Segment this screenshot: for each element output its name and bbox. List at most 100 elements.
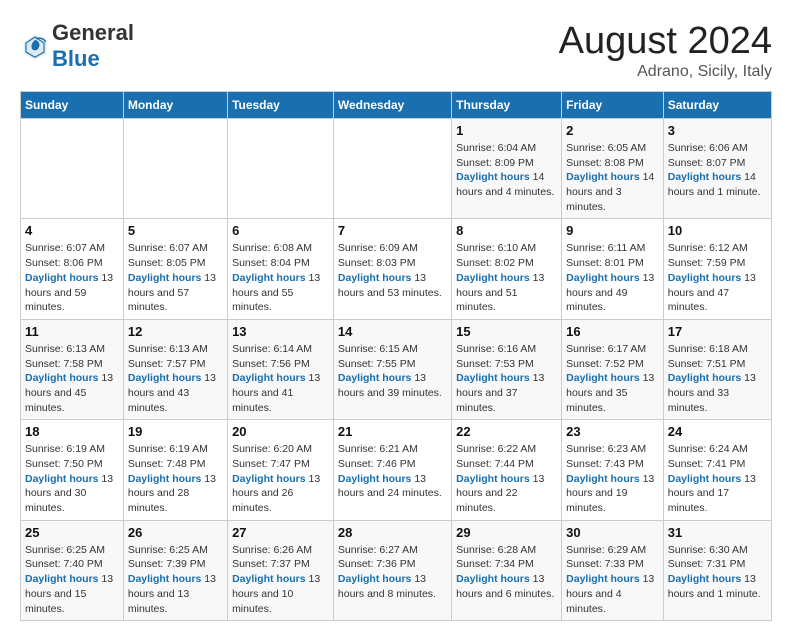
logo-icon [20,31,50,61]
calendar-cell: 18 Sunrise: 6:19 AMSunset: 7:50 PMDayligh… [21,420,124,520]
day-info: Sunrise: 6:08 AMSunset: 8:04 PMDaylight … [232,241,329,314]
calendar-cell: 30 Sunrise: 6:29 AMSunset: 7:33 PMDayligh… [562,520,664,620]
day-info: Sunrise: 6:23 AMSunset: 7:43 PMDaylight … [566,442,659,515]
day-number: 3 [668,123,767,138]
header-tuesday: Tuesday [228,92,334,119]
day-info: Sunrise: 6:19 AMSunset: 7:48 PMDaylight … [128,442,223,515]
calendar-cell: 20 Sunrise: 6:20 AMSunset: 7:47 PMDayligh… [228,420,334,520]
calendar-cell: 27 Sunrise: 6:26 AMSunset: 7:37 PMDayligh… [228,520,334,620]
day-number: 15 [456,324,557,339]
day-info: Sunrise: 6:26 AMSunset: 7:37 PMDaylight … [232,543,329,616]
day-info: Sunrise: 6:22 AMSunset: 7:44 PMDaylight … [456,442,557,515]
day-number: 2 [566,123,659,138]
header-friday: Friday [562,92,664,119]
day-number: 5 [128,223,223,238]
logo: General Blue [20,20,134,72]
day-info: Sunrise: 6:17 AMSunset: 7:52 PMDaylight … [566,342,659,415]
day-info: Sunrise: 6:13 AMSunset: 7:57 PMDaylight … [128,342,223,415]
calendar-cell [21,119,124,219]
day-info: Sunrise: 6:29 AMSunset: 7:33 PMDaylight … [566,543,659,616]
header-sunday: Sunday [21,92,124,119]
day-info: Sunrise: 6:10 AMSunset: 8:02 PMDaylight … [456,241,557,314]
day-info: Sunrise: 6:24 AMSunset: 7:41 PMDaylight … [668,442,767,515]
logo-blue-text: Blue [52,46,100,71]
day-info: Sunrise: 6:21 AMSunset: 7:46 PMDaylight … [338,442,447,501]
calendar-cell: 19 Sunrise: 6:19 AMSunset: 7:48 PMDayligh… [123,420,227,520]
day-info: Sunrise: 6:30 AMSunset: 7:31 PMDaylight … [668,543,767,602]
calendar-cell: 26 Sunrise: 6:25 AMSunset: 7:39 PMDayligh… [123,520,227,620]
day-info: Sunrise: 6:16 AMSunset: 7:53 PMDaylight … [456,342,557,415]
header-row: Sunday Monday Tuesday Wednesday Thursday… [21,92,772,119]
calendar-week-1: 1 Sunrise: 6:04 AMSunset: 8:09 PMDaylight… [21,119,772,219]
header-wednesday: Wednesday [333,92,451,119]
logo-general-text: General [52,20,134,45]
calendar-cell [333,119,451,219]
header-monday: Monday [123,92,227,119]
calendar-cell: 16 Sunrise: 6:17 AMSunset: 7:52 PMDayligh… [562,319,664,419]
header-saturday: Saturday [663,92,771,119]
day-info: Sunrise: 6:12 AMSunset: 7:59 PMDaylight … [668,241,767,314]
calendar-week-2: 4 Sunrise: 6:07 AMSunset: 8:06 PMDaylight… [21,219,772,319]
calendar-cell: 4 Sunrise: 6:07 AMSunset: 8:06 PMDaylight… [21,219,124,319]
calendar-cell: 22 Sunrise: 6:22 AMSunset: 7:44 PMDayligh… [452,420,562,520]
day-number: 8 [456,223,557,238]
calendar-table: Sunday Monday Tuesday Wednesday Thursday… [20,91,772,621]
day-number: 22 [456,424,557,439]
header-thursday: Thursday [452,92,562,119]
day-info: Sunrise: 6:19 AMSunset: 7:50 PMDaylight … [25,442,119,515]
day-number: 23 [566,424,659,439]
day-info: Sunrise: 6:27 AMSunset: 7:36 PMDaylight … [338,543,447,602]
day-number: 1 [456,123,557,138]
day-info: Sunrise: 6:15 AMSunset: 7:55 PMDaylight … [338,342,447,401]
day-number: 21 [338,424,447,439]
day-number: 20 [232,424,329,439]
calendar-cell: 23 Sunrise: 6:23 AMSunset: 7:43 PMDayligh… [562,420,664,520]
day-number: 10 [668,223,767,238]
day-number: 18 [25,424,119,439]
day-info: Sunrise: 6:14 AMSunset: 7:56 PMDaylight … [232,342,329,415]
day-number: 17 [668,324,767,339]
calendar-cell: 2 Sunrise: 6:05 AMSunset: 8:08 PMDaylight… [562,119,664,219]
day-info: Sunrise: 6:07 AMSunset: 8:06 PMDaylight … [25,241,119,314]
day-info: Sunrise: 6:07 AMSunset: 8:05 PMDaylight … [128,241,223,314]
calendar-cell: 7Sunrise: 6:09 AMSunset: 8:03 PMDaylight… [333,219,451,319]
day-info: Sunrise: 6:06 AMSunset: 8:07 PMDaylight … [668,141,767,200]
calendar-cell [123,119,227,219]
day-info: Sunrise: 6:13 AMSunset: 7:58 PMDaylight … [25,342,119,415]
calendar-cell: 12Sunrise: 6:13 AMSunset: 7:57 PMDayligh… [123,319,227,419]
day-info: Sunrise: 6:25 AMSunset: 7:39 PMDaylight … [128,543,223,616]
day-number: 7 [338,223,447,238]
title-block: August 2024 Adrano, Sicily, Italy [559,20,772,81]
day-info: Sunrise: 6:20 AMSunset: 7:47 PMDaylight … [232,442,329,515]
day-number: 19 [128,424,223,439]
day-number: 29 [456,525,557,540]
calendar-cell: 13Sunrise: 6:14 AMSunset: 7:56 PMDayligh… [228,319,334,419]
day-info: Sunrise: 6:04 AMSunset: 8:09 PMDaylight … [456,141,557,200]
day-number: 16 [566,324,659,339]
day-number: 30 [566,525,659,540]
calendar-cell: 8 Sunrise: 6:10 AMSunset: 8:02 PMDaylight… [452,219,562,319]
calendar-week-5: 25 Sunrise: 6:25 AMSunset: 7:40 PMDayligh… [21,520,772,620]
day-number: 27 [232,525,329,540]
calendar-cell [228,119,334,219]
calendar-title: August 2024 [559,20,772,63]
day-info: Sunrise: 6:05 AMSunset: 8:08 PMDaylight … [566,141,659,214]
day-info: Sunrise: 6:28 AMSunset: 7:34 PMDaylight … [456,543,557,602]
day-info: Sunrise: 6:11 AMSunset: 8:01 PMDaylight … [566,241,659,314]
calendar-cell: 6Sunrise: 6:08 AMSunset: 8:04 PMDaylight… [228,219,334,319]
calendar-cell: 15 Sunrise: 6:16 AMSunset: 7:53 PMDayligh… [452,319,562,419]
calendar-cell: 1 Sunrise: 6:04 AMSunset: 8:09 PMDaylight… [452,119,562,219]
calendar-cell: 14Sunrise: 6:15 AMSunset: 7:55 PMDayligh… [333,319,451,419]
calendar-cell: 31Sunrise: 6:30 AMSunset: 7:31 PMDayligh… [663,520,771,620]
day-number: 28 [338,525,447,540]
day-number: 26 [128,525,223,540]
calendar-subtitle: Adrano, Sicily, Italy [559,63,772,81]
calendar-cell: 3 Sunrise: 6:06 AMSunset: 8:07 PMDaylight… [663,119,771,219]
calendar-cell: 28 Sunrise: 6:27 AMSunset: 7:36 PMDayligh… [333,520,451,620]
calendar-cell: 21 Sunrise: 6:21 AMSunset: 7:46 PMDayligh… [333,420,451,520]
day-number: 25 [25,525,119,540]
day-number: 4 [25,223,119,238]
calendar-cell: 9Sunrise: 6:11 AMSunset: 8:01 PMDaylight… [562,219,664,319]
day-info: Sunrise: 6:25 AMSunset: 7:40 PMDaylight … [25,543,119,616]
calendar-cell: 11Sunrise: 6:13 AMSunset: 7:58 PMDayligh… [21,319,124,419]
